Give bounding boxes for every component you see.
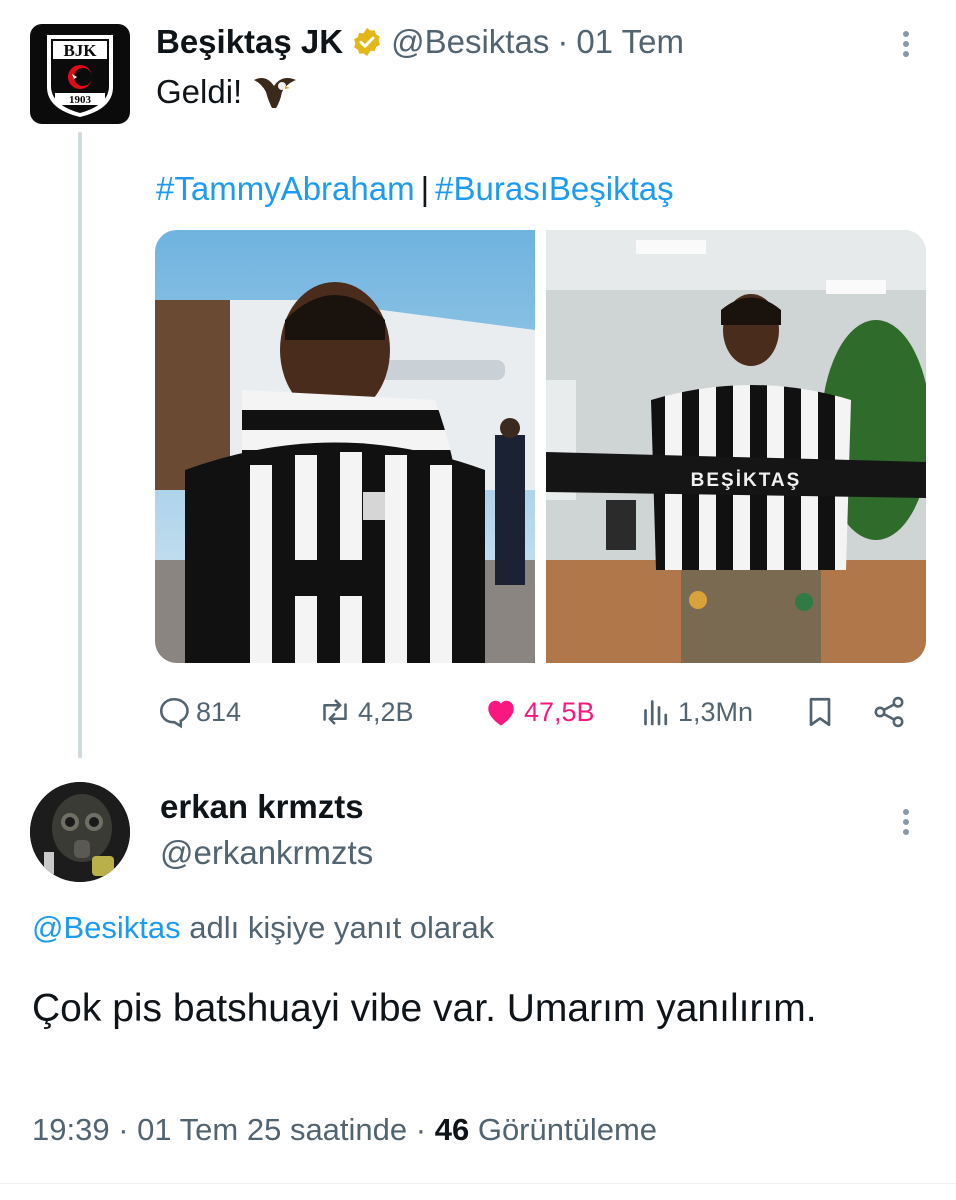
tweet-action-bar: 814 4,2B 47,5B 1,3Mn xyxy=(156,690,926,734)
parent-tweet-text: Geldi! xyxy=(156,72,298,112)
bottom-divider xyxy=(0,1183,956,1184)
views-button[interactable]: 1,3Mn xyxy=(638,690,753,734)
hashtag-line: #TammyAbraham | #BurasıBeşiktaş xyxy=(156,170,674,208)
photo-player-scarf[interactable]: BEŞİKTAŞ xyxy=(546,230,926,663)
scarf-text: BEŞİKTAŞ xyxy=(691,470,802,491)
reply-view-count: 46 xyxy=(434,1112,470,1147)
reply-author-handle[interactable]: @erkankrmzts xyxy=(160,834,373,872)
heart-filled-icon xyxy=(488,700,514,726)
erkan-avatar[interactable] xyxy=(30,782,130,882)
bjk-letters: BJK xyxy=(63,41,97,60)
share-icon xyxy=(874,696,904,728)
replying-to-line: @Besiktas adlı kişiye yanıt olarak xyxy=(32,910,494,946)
reply-date[interactable]: · 01 Tem 25 saatinde · xyxy=(118,1112,426,1147)
reply-more-options-icon[interactable] xyxy=(892,806,920,838)
repost-icon xyxy=(323,699,347,725)
replying-to-suffix: adlı kişiye yanıt olarak xyxy=(180,910,495,945)
views-chart-icon xyxy=(644,700,668,726)
more-options-icon[interactable] xyxy=(892,28,920,60)
parent-author-handle[interactable]: @Besiktas xyxy=(391,23,549,61)
reply-count: 814 xyxy=(196,696,242,727)
hashtag-separator: | xyxy=(420,170,430,207)
player-with-scarf-photo-icon: BEŞİKTAŞ xyxy=(546,230,926,663)
like-count: 47,5B xyxy=(524,696,595,727)
photo-player-airport[interactable] xyxy=(155,230,535,663)
hashtag-burasi-besiktas[interactable]: #BurasıBeşiktaş xyxy=(435,170,673,207)
hashtag-tammy-abraham[interactable]: #TammyAbraham xyxy=(156,170,415,207)
bookmark-icon xyxy=(809,697,831,727)
player-by-jet-photo-icon xyxy=(155,230,535,663)
bjk-logo-icon: BJK 1903 xyxy=(47,35,113,117)
reply-author-name[interactable]: erkan krmzts xyxy=(160,788,364,826)
verified-badge-icon xyxy=(354,28,381,56)
media-grid: BEŞİKTAŞ xyxy=(155,230,926,663)
parent-tweet-date[interactable]: 01 Tem xyxy=(576,23,684,61)
reply-metadata: 19:39 · 01 Tem 25 saatinde · 46 Görüntül… xyxy=(32,1112,657,1148)
reply-button[interactable]: 814 xyxy=(156,690,241,734)
parent-author-name[interactable]: Beşiktaş JK xyxy=(156,23,343,61)
eagle-emoji-icon xyxy=(254,78,297,108)
repost-button[interactable]: 4,2B xyxy=(316,690,414,734)
reply-tweet-text: Çok pis batshuayi vibe var. Umarım yanıl… xyxy=(32,987,817,1030)
bookmark-button[interactable] xyxy=(802,690,842,734)
reply-icon xyxy=(159,697,189,729)
view-count: 1,3Mn xyxy=(678,696,754,727)
besiktas-avatar[interactable]: BJK 1903 xyxy=(30,24,130,124)
reply-time[interactable]: 19:39 xyxy=(32,1112,110,1147)
parent-tweet-body: Geldi! xyxy=(156,73,243,110)
replying-to-mention[interactable]: @Besiktas xyxy=(32,910,181,945)
repost-count: 4,2B xyxy=(358,696,414,727)
bjk-year: 1903 xyxy=(69,94,92,106)
gas-mask-avatar-icon xyxy=(30,782,130,882)
thread-connector-line xyxy=(78,132,82,758)
like-button[interactable]: 47,5B xyxy=(482,690,595,734)
parent-tweet-header: Beşiktaş JK @Besiktas · 01 Tem xyxy=(156,22,684,62)
share-button[interactable] xyxy=(870,690,912,734)
reply-view-label: Görüntüleme xyxy=(477,1112,658,1147)
header-separator: · xyxy=(557,23,569,60)
